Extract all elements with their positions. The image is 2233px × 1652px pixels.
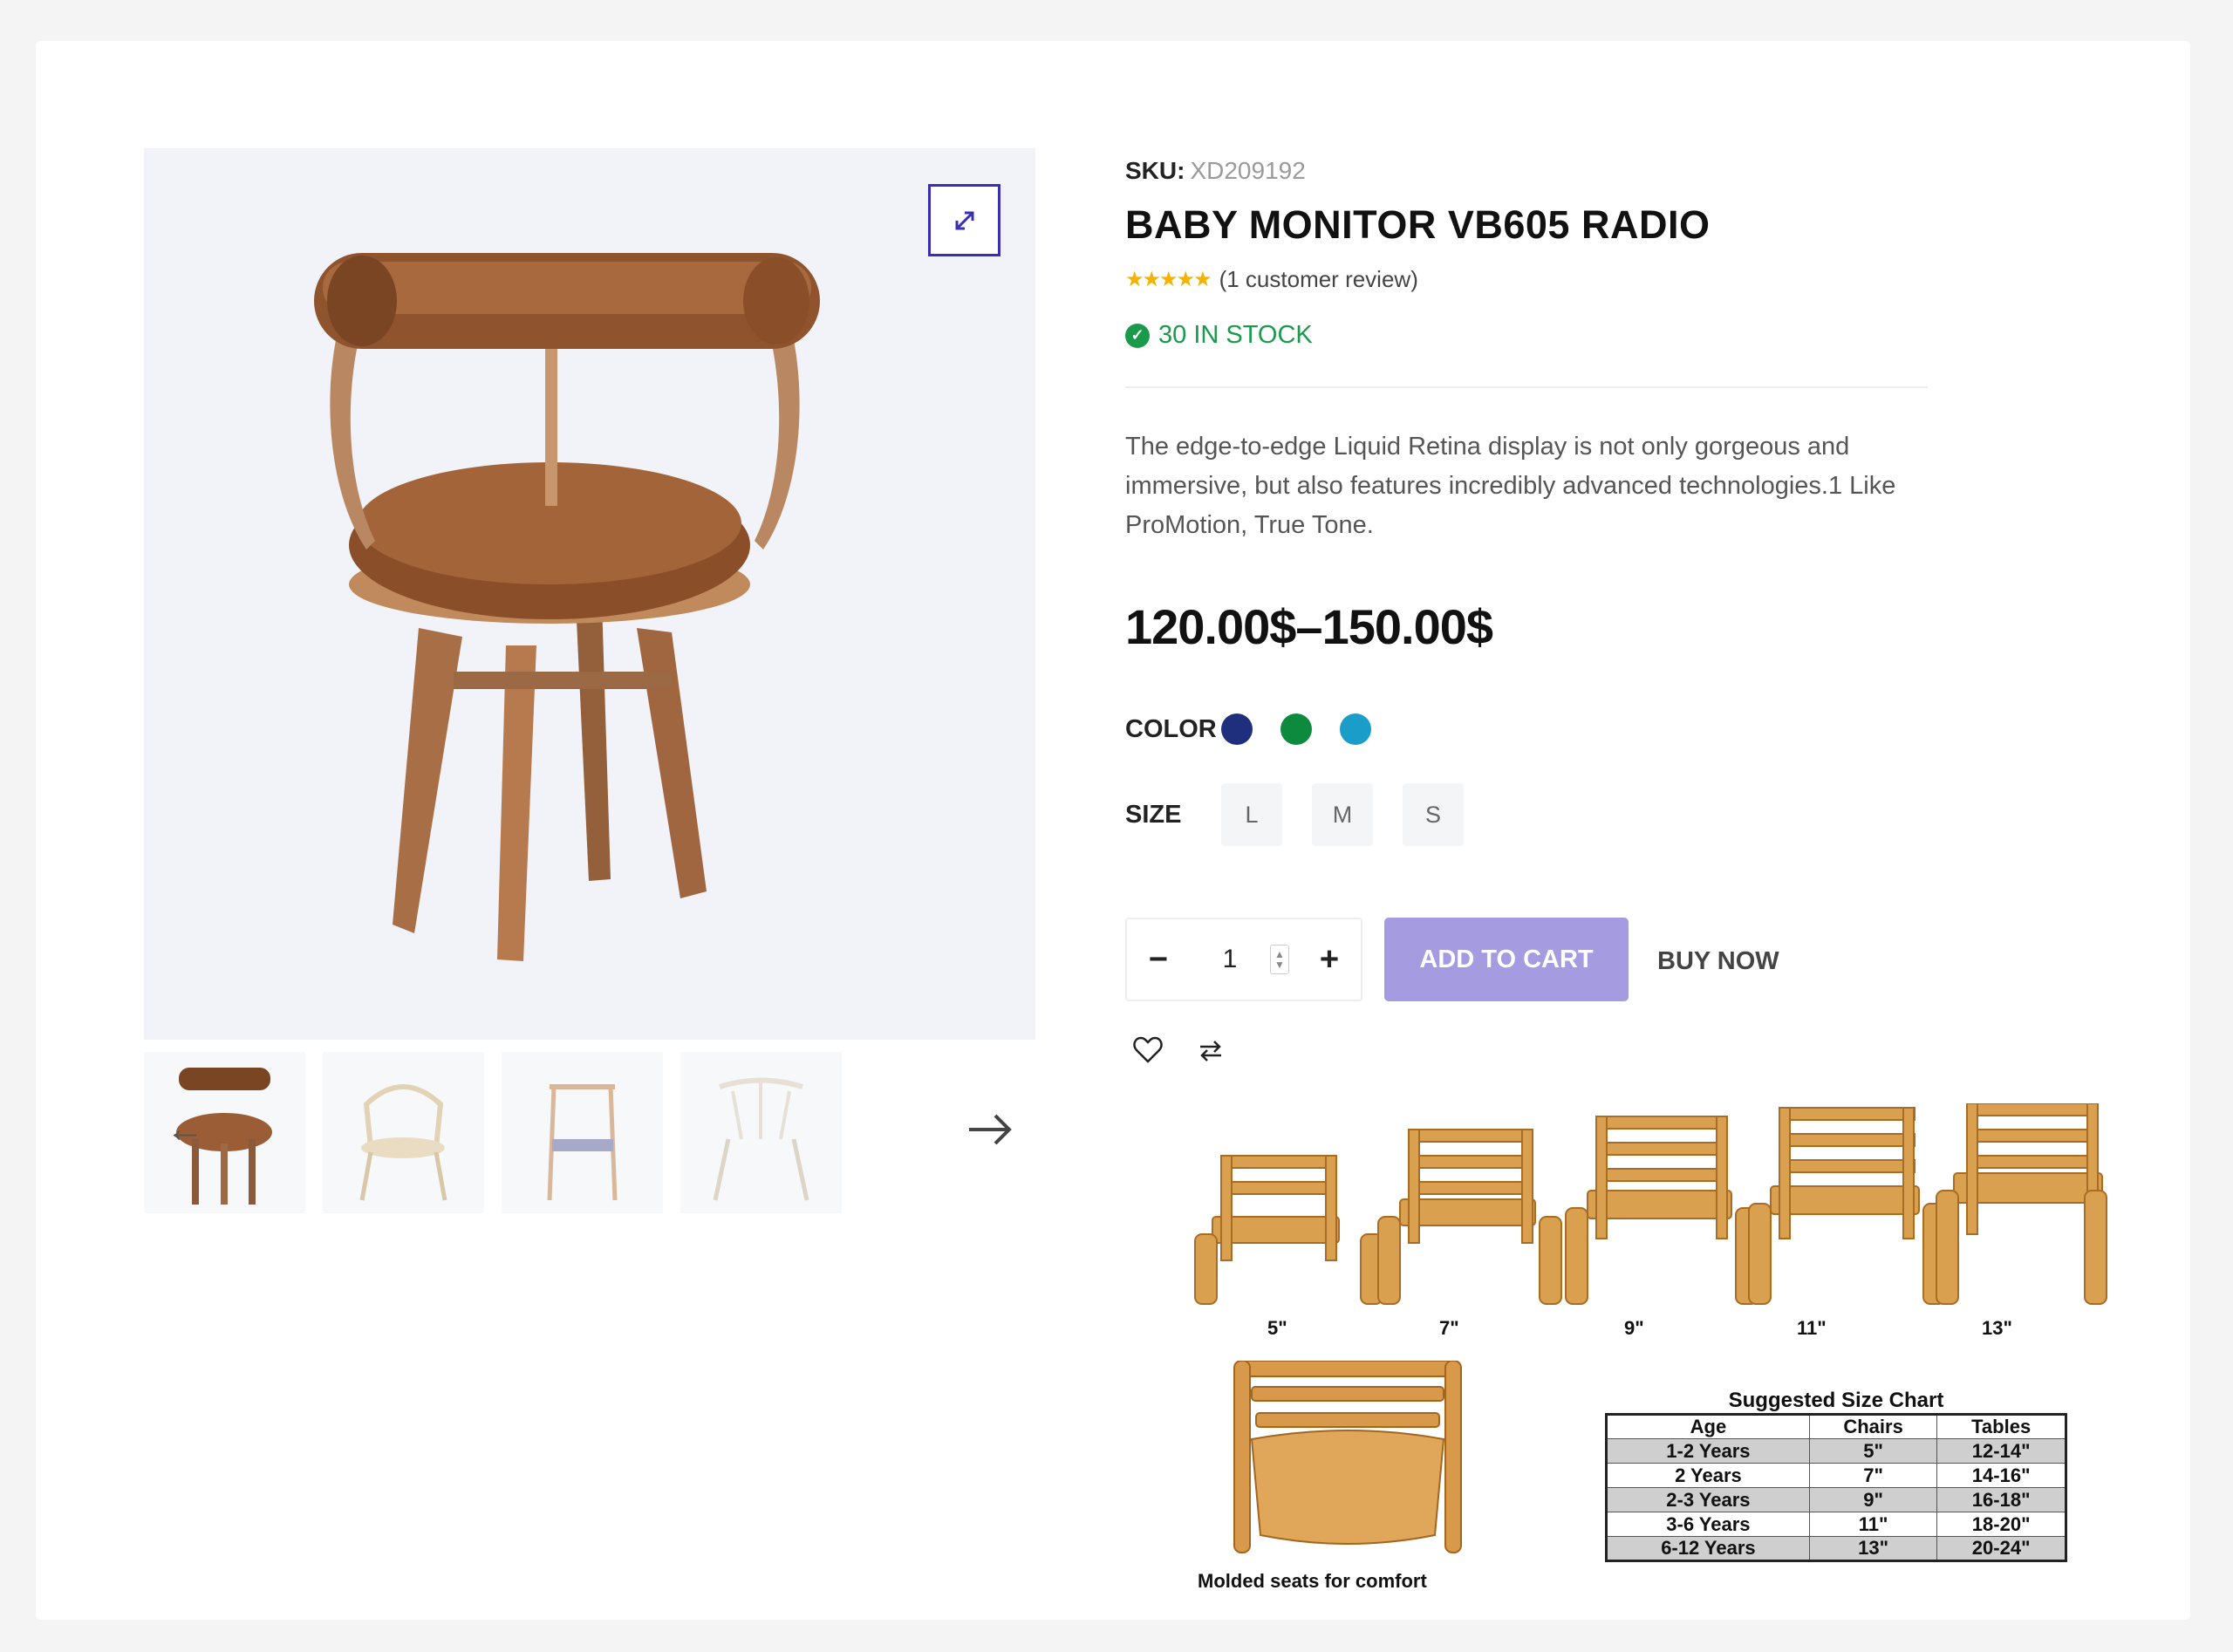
thumbnail-2[interactable] — [323, 1052, 484, 1213]
sku: SKU: XD209192 — [1125, 157, 1306, 185]
stock-status: ✓ 30 IN STOCK — [1125, 321, 1313, 350]
product-title: BABY MONITOR VB605 RADIO — [1125, 202, 1711, 247]
table-cell: 9" — [1808, 1487, 1938, 1512]
size-chart-table: Age Chairs Tables 1-2 Years 5" 12-14" 2 … — [1605, 1413, 2067, 1562]
size-label: SIZE — [1125, 800, 1182, 829]
color-label: COLOR — [1125, 714, 1217, 743]
thumbnail-4[interactable] — [680, 1052, 842, 1213]
divider — [1125, 386, 1928, 388]
table-cell: 12-14" — [1936, 1438, 2066, 1464]
table-cell: 16-18" — [1936, 1487, 2066, 1512]
quantity-input[interactable]: 1 — [1190, 945, 1270, 974]
chair-size-label: 7" — [1439, 1317, 1459, 1339]
review-link[interactable]: (1 customer review) — [1219, 266, 1418, 293]
table-row: 2 Years 7" 14-16" — [1606, 1463, 2066, 1488]
molded-seat-caption: Molded seats for comfort — [1198, 1570, 1427, 1592]
thumbnail-next-arrow-icon[interactable] — [964, 1103, 1016, 1156]
thumbnail-prev-arrow-icon[interactable]: ← — [166, 1108, 204, 1151]
expand-image-button[interactable] — [928, 184, 1000, 256]
color-swatch-green[interactable] — [1280, 713, 1312, 745]
color-selector: COLOR — [1125, 713, 1399, 745]
size-selector: SIZE L M S — [1125, 783, 1493, 846]
table-cell: 6-12 Years — [1606, 1536, 1810, 1561]
size-option-m[interactable]: M — [1312, 783, 1373, 846]
add-to-cart-button[interactable]: ADD TO CART — [1384, 918, 1629, 1001]
size-option-l[interactable]: L — [1221, 783, 1282, 846]
sku-value: XD209192 — [1190, 157, 1306, 184]
table-cell: 13" — [1808, 1536, 1938, 1561]
quantity-increase-button[interactable]: + — [1298, 941, 1361, 979]
thumbnail-3[interactable] — [502, 1052, 663, 1213]
color-swatch-navy[interactable] — [1221, 713, 1253, 745]
compare-icon[interactable] — [1195, 1034, 1226, 1066]
table-cell: 1-2 Years — [1606, 1438, 1810, 1464]
product-price: 120.00$–150.00$ — [1125, 599, 1493, 654]
column-header: Chairs — [1808, 1414, 1938, 1439]
size-chart-title: Suggested Size Chart — [1728, 1389, 1944, 1412]
column-header: Tables — [1936, 1414, 2066, 1439]
stock-text: 30 IN STOCK — [1158, 321, 1313, 349]
expand-icon — [955, 211, 973, 229]
table-cell: 3-6 Years — [1606, 1512, 1810, 1537]
chair-size-label: 11" — [1797, 1317, 1827, 1339]
buy-now-button[interactable]: BUY NOW — [1657, 947, 1779, 976]
table-cell: 7" — [1808, 1463, 1938, 1488]
chair-sizes-image — [1194, 1103, 2107, 1305]
chair-size-label: 9" — [1624, 1317, 1644, 1339]
molded-seat-image — [1233, 1361, 1462, 1553]
quantity-stepper: − 1 ▲ ▼ + — [1125, 918, 1362, 1001]
table-row: 2-3 Years 9" 16-18" — [1606, 1487, 2066, 1512]
color-swatch-cyan[interactable] — [1340, 713, 1371, 745]
table-row: 3-6 Years 11" 18-20" — [1606, 1512, 2066, 1537]
table-row: 1-2 Years 5" 12-14" — [1606, 1438, 2066, 1464]
table-cell: 2-3 Years — [1606, 1487, 1810, 1512]
rating: ★★★★★ (1 customer review) — [1125, 266, 1418, 293]
quantity-spinner-icon[interactable]: ▲ ▼ — [1270, 945, 1289, 974]
swivel-chair-image — [314, 253, 820, 961]
table-cell: 2 Years — [1606, 1463, 1810, 1488]
table-header-row: Age Chairs Tables — [1606, 1414, 2066, 1439]
product-description: The edge-to-edge Liquid Retina display i… — [1125, 433, 1896, 539]
size-option-s[interactable]: S — [1403, 783, 1464, 846]
heart-icon[interactable] — [1132, 1034, 1164, 1066]
table-cell: 18-20" — [1936, 1512, 2066, 1537]
thumbnail-strip — [144, 1052, 1035, 1213]
table-row: 6-12 Years 13" 20-24" — [1606, 1536, 2066, 1561]
table-cell: 5" — [1808, 1438, 1938, 1464]
column-header: Age — [1606, 1414, 1810, 1439]
quantity-decrease-button[interactable]: − — [1127, 941, 1190, 979]
sku-label: SKU: — [1125, 157, 1185, 184]
chair-size-label: 13" — [1982, 1317, 2012, 1339]
check-circle-icon: ✓ — [1125, 323, 1150, 348]
chair-size-label: 5" — [1267, 1317, 1287, 1339]
table-cell: 11" — [1808, 1512, 1938, 1537]
table-cell: 14-16" — [1936, 1463, 2066, 1488]
table-cell: 20-24" — [1936, 1536, 2066, 1561]
rating-stars-icon: ★★★★★ — [1125, 268, 1212, 291]
